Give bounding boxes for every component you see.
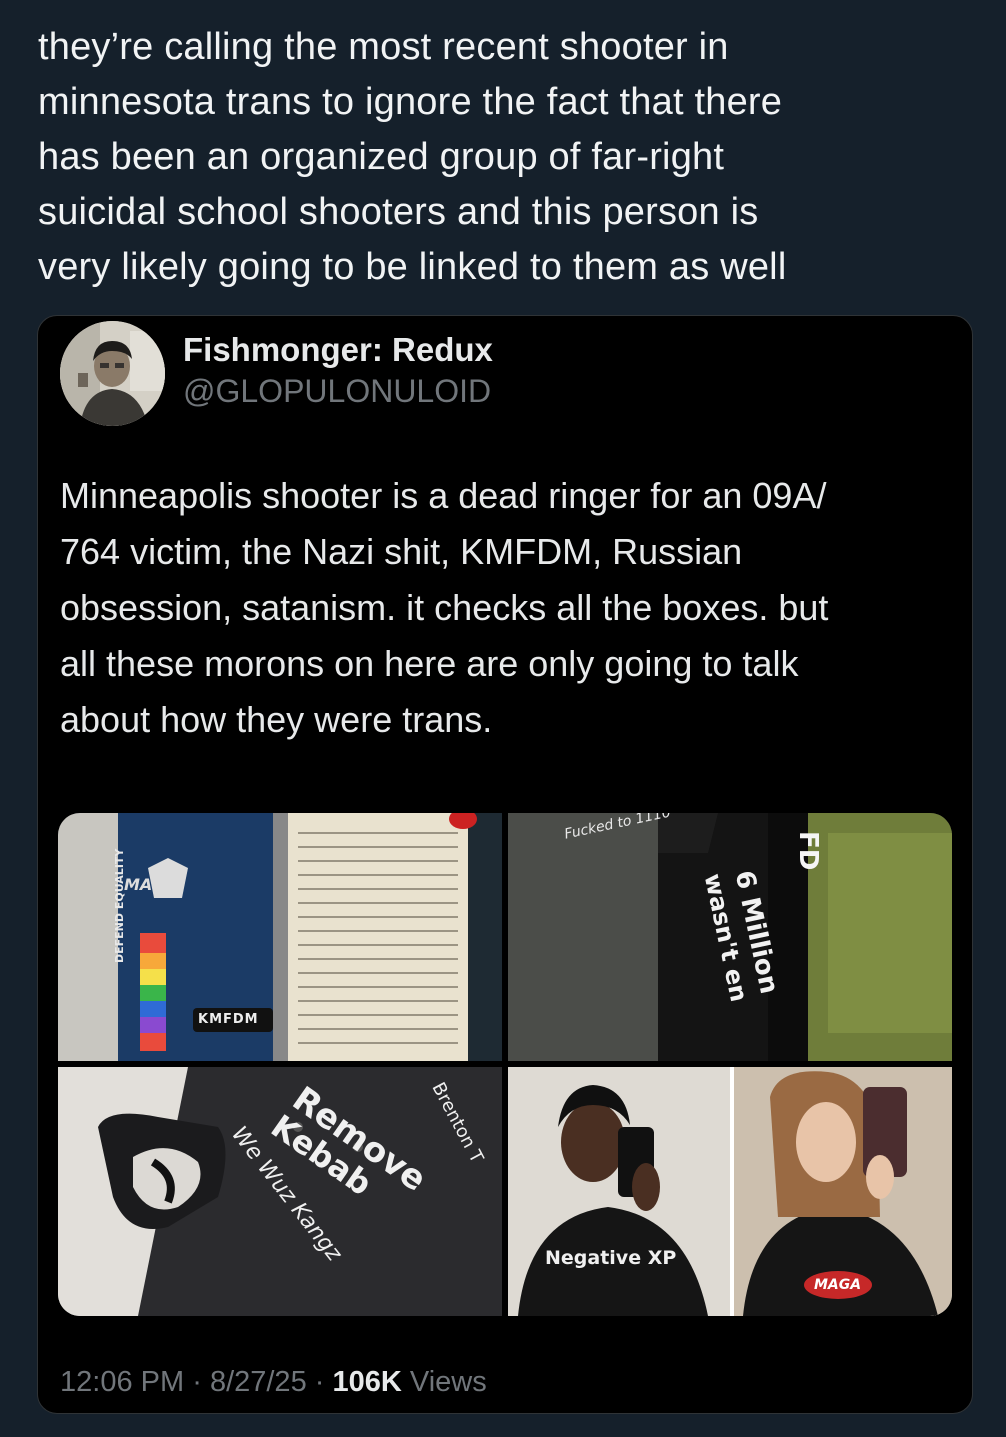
media-photo-rifle[interactable]: Remove Kebab We Wuz Kangz Brenton T bbox=[58, 1067, 502, 1316]
author-handle[interactable]: @GLOPULONULOID bbox=[183, 373, 491, 410]
quoted-tweet-body: Minneapolis shooter is a dead ringer for… bbox=[60, 475, 829, 740]
photo-text-negative-xp: Negative XP bbox=[545, 1247, 677, 1269]
media-photo-notebook[interactable]: DEFEND EQUALITY KMFDM MA bbox=[58, 813, 502, 1061]
media-photo-selfies[interactable]: Negative XP MAGA bbox=[508, 1067, 952, 1316]
views-count: 106K bbox=[332, 1366, 402, 1398]
media-photo-gear[interactable]: 6 Million wasn't en FD Fucked to 1110 bbox=[508, 813, 952, 1061]
media-grid[interactable]: DEFEND EQUALITY KMFDM MA 6 Million wasn'… bbox=[58, 813, 952, 1316]
author-name[interactable]: Fishmonger: Redux bbox=[183, 331, 493, 369]
meta-separator: · bbox=[314, 1366, 325, 1398]
profile-photo-icon bbox=[60, 321, 165, 426]
meta-separator: · bbox=[192, 1366, 202, 1398]
tweet-date[interactable]: 8/27/25 bbox=[210, 1366, 307, 1398]
post-text: they’re calling the most recent shooter … bbox=[38, 26, 787, 288]
quoted-tweet-card[interactable]: Fishmonger: Redux @GLOPULONULOID Minneap… bbox=[37, 315, 973, 1414]
tweet-meta: 12:06 PM · 8/27/25 · 106K Views bbox=[60, 1366, 487, 1399]
photo-text-fd: FD bbox=[793, 831, 823, 871]
photo-text-maga: MAGA bbox=[814, 1277, 862, 1293]
photo-text-kmfdm: KMFDM bbox=[198, 1012, 259, 1027]
avatar[interactable] bbox=[60, 321, 165, 426]
views-label: Views bbox=[409, 1366, 487, 1398]
tweet-time[interactable]: 12:06 PM bbox=[60, 1366, 184, 1398]
photo-text-ma: MA bbox=[124, 875, 153, 894]
photo-text-defend-equality: DEFEND EQUALITY bbox=[113, 848, 126, 963]
selfies-photo-image bbox=[508, 1067, 952, 1316]
